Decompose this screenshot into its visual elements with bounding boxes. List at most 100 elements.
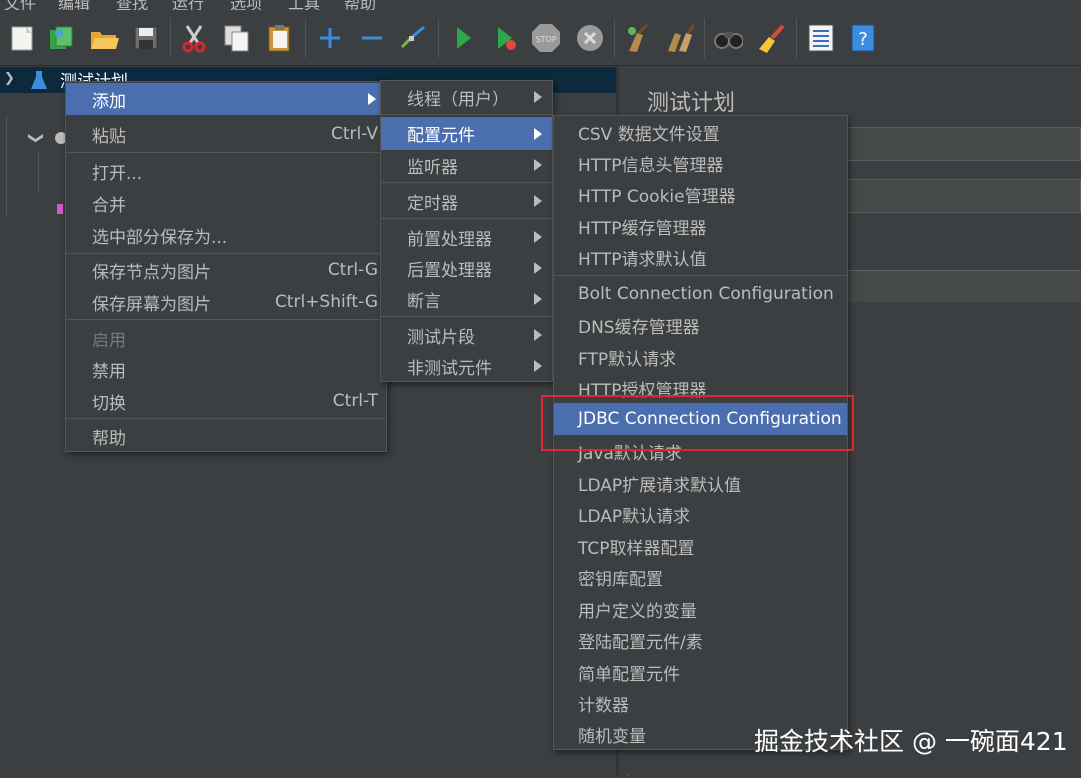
menu-separator bbox=[381, 114, 552, 115]
toolbar-separator bbox=[170, 18, 171, 58]
menu-item-login-config[interactable]: 登陆配置元件/素 bbox=[554, 625, 847, 655]
submenu-arrow-icon bbox=[534, 293, 542, 305]
expand-icon[interactable] bbox=[315, 23, 345, 53]
cut-icon[interactable] bbox=[179, 23, 209, 53]
menu-item-dns-cache-manager[interactable]: DNS缓存管理器 bbox=[554, 310, 847, 340]
search-icon[interactable] bbox=[713, 23, 743, 53]
flask-icon bbox=[31, 71, 47, 89]
menu-item-paste[interactable]: 粘贴 Ctrl-V bbox=[66, 119, 386, 149]
menu-item-listener[interactable]: 监听器 bbox=[381, 150, 552, 180]
tree-guide-line bbox=[38, 151, 39, 191]
submenu-arrow-icon bbox=[534, 329, 542, 341]
chevron-down-icon[interactable]: ❯ bbox=[27, 132, 45, 145]
menu-help[interactable]: 帮助 bbox=[344, 0, 376, 10]
shortcut-label: Ctrl-G bbox=[327, 260, 378, 280]
new-icon[interactable] bbox=[7, 23, 37, 53]
menu-item-keystore-config[interactable]: 密钥库配置 bbox=[554, 562, 847, 592]
menu-options[interactable]: 选项 bbox=[230, 0, 262, 10]
menu-item-non-test-element[interactable]: 非测试元件 bbox=[381, 351, 552, 381]
clear-icon[interactable] bbox=[623, 23, 653, 53]
menu-item-toggle[interactable]: 切换 Ctrl-T bbox=[66, 386, 386, 416]
clear-all-icon[interactable] bbox=[664, 23, 694, 53]
start-icon[interactable] bbox=[448, 23, 478, 53]
menu-item-config-element[interactable]: 配置元件 bbox=[381, 117, 552, 150]
menu-item-enable[interactable]: 启用 bbox=[66, 323, 386, 353]
paste-icon[interactable] bbox=[265, 23, 295, 53]
menu-separator bbox=[66, 152, 386, 153]
menu-edit[interactable]: 编辑 bbox=[58, 0, 90, 10]
panel-section-header bbox=[847, 270, 1081, 302]
collapse-icon[interactable] bbox=[357, 23, 387, 53]
watermark: 掘金技术社区 @ 一碗面421 bbox=[754, 727, 1068, 756]
shortcut-label: Ctrl+Shift-G bbox=[274, 292, 378, 312]
stop-icon[interactable]: STOP bbox=[530, 23, 560, 53]
menu-run[interactable]: 运行 bbox=[172, 0, 204, 10]
menu-bar: 文件 编辑 查找 运行 选项 工具 帮助 bbox=[0, 0, 1081, 10]
menu-separator bbox=[66, 253, 386, 254]
menu-tools[interactable]: 工具 bbox=[288, 0, 320, 10]
svg-text:STOP: STOP bbox=[535, 35, 556, 44]
menu-separator bbox=[381, 182, 552, 183]
menu-item-add[interactable]: 添加 bbox=[66, 83, 386, 115]
toolbar-separator bbox=[614, 18, 615, 58]
menu-item-timer[interactable]: 定时器 bbox=[381, 186, 552, 216]
submenu-arrow-icon bbox=[534, 127, 542, 140]
menu-item-post-processor[interactable]: 后置处理器 bbox=[381, 253, 552, 283]
templates-icon[interactable] bbox=[46, 23, 76, 53]
chevron-down-icon[interactable]: ❯ bbox=[4, 71, 15, 86]
menu-item-ftp-defaults[interactable]: FTP默认请求 bbox=[554, 342, 847, 372]
menu-item-help[interactable]: 帮助 bbox=[66, 421, 386, 451]
menu-item-counter[interactable]: 计数器 bbox=[554, 688, 847, 718]
menu-separator bbox=[66, 319, 386, 320]
open-icon[interactable] bbox=[89, 23, 119, 53]
menu-item-csv-data-set[interactable]: CSV 数据文件设置 bbox=[554, 117, 847, 147]
menu-item-tcp-sampler-config[interactable]: TCP取样器配置 bbox=[554, 531, 847, 561]
menu-file[interactable]: 文件 bbox=[4, 0, 36, 10]
start-no-pause-icon[interactable] bbox=[490, 23, 520, 53]
menu-item-simple-config[interactable]: 简单配置元件 bbox=[554, 657, 847, 687]
copy-icon[interactable] bbox=[222, 23, 252, 53]
menu-item-save-node-image[interactable]: 保存节点为图片 Ctrl-G bbox=[66, 255, 386, 285]
shutdown-icon[interactable] bbox=[575, 23, 605, 53]
menu-item-ldap-defaults[interactable]: LDAP默认请求 bbox=[554, 499, 847, 529]
menu-separator bbox=[66, 418, 386, 419]
submenu-arrow-icon bbox=[534, 195, 542, 207]
add-submenu: 线程（用户） 配置元件 监听器 定时器 前置处理器 后置处理器 断言 测试片段 … bbox=[380, 80, 553, 382]
comments-field[interactable] bbox=[847, 179, 1081, 213]
menu-item-http-request-defaults[interactable]: HTTP请求默认值 bbox=[554, 242, 847, 272]
menu-item-disable[interactable]: 禁用 bbox=[66, 354, 386, 384]
menu-item-http-cookie-manager[interactable]: HTTP Cookie管理器 bbox=[554, 179, 847, 209]
shortcut-label: Ctrl-V bbox=[330, 124, 378, 144]
menu-item-merge[interactable]: 合并 bbox=[66, 188, 386, 218]
menu-item-assertion[interactable]: 断言 bbox=[381, 284, 552, 314]
menu-item-threads[interactable]: 线程（用户） bbox=[381, 82, 552, 112]
help-icon[interactable]: ? bbox=[848, 23, 878, 53]
name-field[interactable] bbox=[847, 127, 1081, 161]
menu-item-http-cache-manager[interactable]: HTTP缓存管理器 bbox=[554, 211, 847, 241]
menu-item-test-fragment[interactable]: 测试片段 bbox=[381, 320, 552, 350]
context-menu: 添加 粘贴 Ctrl-V 打开... 合并 选中部分保存为... 保存节点为图片… bbox=[65, 81, 387, 452]
submenu-arrow-icon bbox=[534, 159, 542, 171]
menu-item-pre-processor[interactable]: 前置处理器 bbox=[381, 222, 552, 252]
svg-text:?: ? bbox=[858, 29, 868, 50]
menu-separator bbox=[554, 275, 847, 276]
menu-item-user-defined-variables[interactable]: 用户定义的变量 bbox=[554, 594, 847, 624]
menu-item-bolt-connection[interactable]: Bolt Connection Configuration bbox=[554, 279, 847, 309]
save-icon[interactable] bbox=[131, 23, 161, 53]
menu-item-save-selection[interactable]: 选中部分保存为... bbox=[66, 220, 386, 250]
toolbar-separator bbox=[305, 18, 306, 58]
menu-item-ldap-ext-defaults[interactable]: LDAP扩展请求默认值 bbox=[554, 468, 847, 498]
toggle-icon[interactable] bbox=[398, 23, 428, 53]
menu-item-open[interactable]: 打开... bbox=[66, 156, 386, 186]
submenu-arrow-icon bbox=[534, 231, 542, 243]
menu-item-save-screen-image[interactable]: 保存屏幕为图片 Ctrl+Shift-G bbox=[66, 287, 386, 317]
menu-item-http-header-manager[interactable]: HTTP信息头管理器 bbox=[554, 148, 847, 178]
toolbar: STOP ? bbox=[0, 10, 1081, 66]
submenu-arrow-icon bbox=[534, 262, 542, 274]
toolbar-separator bbox=[438, 18, 439, 58]
menu-search[interactable]: 查找 bbox=[116, 0, 148, 10]
submenu-arrow-icon bbox=[368, 93, 376, 105]
function-helper-icon[interactable] bbox=[806, 23, 836, 53]
reset-search-icon[interactable] bbox=[755, 23, 785, 53]
sampler-icon bbox=[57, 204, 63, 214]
